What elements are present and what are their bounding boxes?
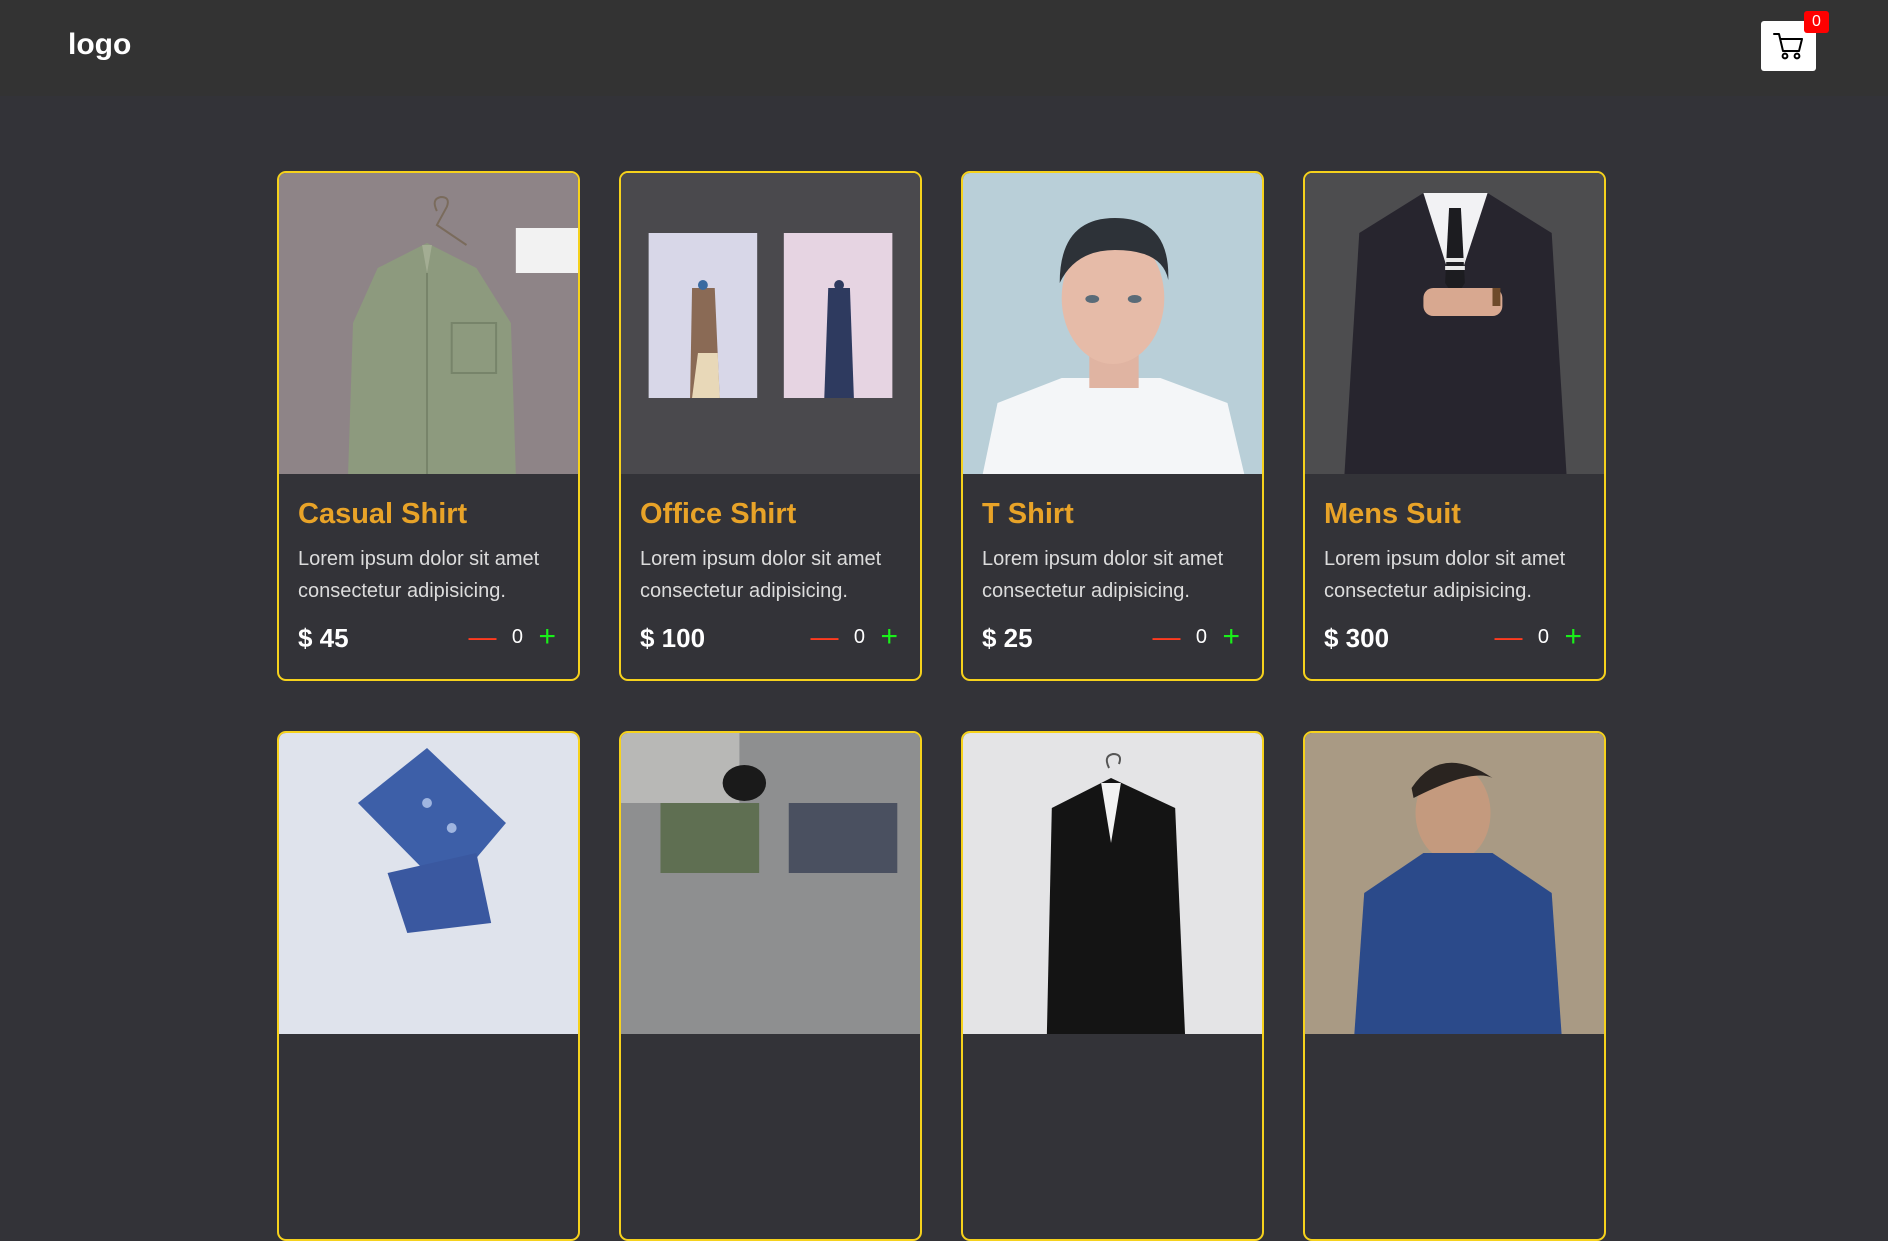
decrement-button[interactable]: — (810, 623, 838, 651)
quantity-stepper: — 0 + (810, 622, 898, 652)
decrement-button[interactable]: — (468, 623, 496, 651)
product-price: $ 45 (298, 623, 349, 653)
product-description: Lorem ipsum dolor sit amet consectetur a… (640, 548, 882, 602)
product-image-t-shirt (963, 173, 1262, 474)
product-image-polo (1305, 733, 1604, 1034)
quantity-value: 0 (511, 625, 524, 648)
cart-icon (1772, 33, 1803, 60)
product-description: Lorem ipsum dolor sit amet consectetur a… (1324, 548, 1566, 602)
navbar: logo 0 (0, 0, 1888, 96)
product-card: Casual Shirt Lorem ipsum dolor sit amet … (277, 171, 580, 681)
cart-count-badge: 0 (1804, 11, 1829, 33)
product-card (1303, 731, 1606, 1241)
increment-button[interactable]: + (538, 622, 556, 652)
quantity-stepper: — 0 + (468, 622, 556, 652)
quantity-value: 0 (853, 625, 866, 648)
increment-button[interactable]: + (1564, 622, 1582, 652)
product-image-office-shirt (621, 173, 920, 474)
product-card: T Shirt Lorem ipsum dolor sit amet conse… (961, 171, 1264, 681)
product-description: Lorem ipsum dolor sit amet consectetur a… (982, 548, 1224, 602)
decrement-button[interactable]: — (1152, 623, 1180, 651)
product-card (961, 731, 1264, 1241)
logo[interactable]: logo (68, 28, 131, 62)
product-grid: Casual Shirt Lorem ipsum dolor sit amet … (277, 171, 1607, 1241)
increment-button[interactable]: + (1222, 622, 1240, 652)
product-card (277, 731, 580, 1241)
quantity-value: 0 (1537, 625, 1550, 648)
product-image-casual-shirt (279, 173, 578, 474)
product-title: T Shirt (982, 498, 1074, 530)
decrement-button[interactable]: — (1494, 623, 1522, 651)
product-title: Office Shirt (640, 498, 797, 530)
product-title: Mens Suit (1324, 498, 1461, 530)
increment-button[interactable]: + (880, 622, 898, 652)
product-image-mens-suit (1305, 173, 1604, 474)
product-title: Casual Shirt (298, 498, 468, 530)
product-image-blazer (963, 733, 1262, 1034)
product-price: $ 25 (982, 623, 1033, 653)
product-card (619, 731, 922, 1241)
product-image-tie (279, 733, 578, 1034)
quantity-stepper: — 0 + (1494, 622, 1582, 652)
product-image-accessories (621, 733, 920, 1034)
product-description: Lorem ipsum dolor sit amet consectetur a… (298, 548, 540, 602)
quantity-stepper: — 0 + (1152, 622, 1240, 652)
product-price: $ 300 (1324, 623, 1390, 653)
product-card: Office Shirt Lorem ipsum dolor sit amet … (619, 171, 922, 681)
product-card: Mens Suit Lorem ipsum dolor sit amet con… (1303, 171, 1606, 681)
quantity-value: 0 (1195, 625, 1208, 648)
product-price: $ 100 (640, 623, 706, 653)
